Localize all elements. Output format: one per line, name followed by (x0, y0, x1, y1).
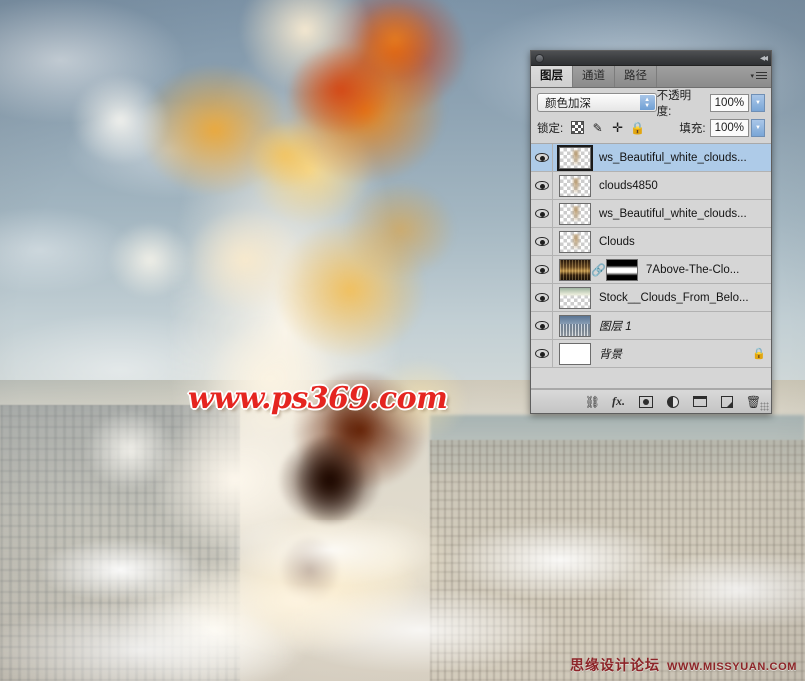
layers-list[interactable]: ws_Beautiful_white_clouds... clouds4850 ws… (531, 144, 771, 389)
layer-visibility-toggle[interactable] (531, 256, 553, 283)
layer-thumbnail[interactable] (559, 286, 591, 309)
new-group-icon[interactable] (692, 394, 707, 409)
blend-mode-value: 颜色加深 (545, 97, 591, 110)
fill-label: 填充: (679, 122, 706, 135)
panel-controls: 颜色加深 ▲▼ 不透明度: 100% ▼ 锁定: ✎ ✛ 🔒 填充: 100% (531, 88, 771, 144)
eye-icon (534, 293, 549, 302)
layer-visibility-toggle[interactable] (531, 340, 553, 367)
tab-paths[interactable]: 路径 (615, 66, 657, 87)
layer-visibility-toggle[interactable] (531, 228, 553, 255)
new-layer-icon[interactable] (719, 394, 734, 409)
layer-thumbnail[interactable] (559, 202, 591, 225)
opacity-label: 不透明度: (656, 89, 692, 118)
thumbnail-content (572, 233, 581, 250)
collapse-arrows-icon[interactable]: ◂◂ (760, 52, 768, 65)
layer-row[interactable]: ws_Beautiful_white_clouds... (531, 144, 771, 172)
eye-icon (534, 237, 549, 246)
adjustment-layer-icon[interactable] (665, 394, 680, 409)
layer-visibility-toggle[interactable] (531, 200, 553, 227)
add-layer-mask-icon[interactable] (638, 394, 653, 409)
thumbnail-content (572, 177, 581, 194)
eye-icon (534, 265, 549, 274)
blend-opacity-row: 颜色加深 ▲ ▼ 不透明度: 100% ▼ (537, 90, 765, 118)
layer-style-fx-icon[interactable]: fx. (611, 394, 626, 409)
eye-icon (534, 181, 549, 190)
chevron-updown-icon[interactable]: ▲ ▼ (639, 95, 655, 110)
thumbnail-content (572, 205, 581, 222)
panel-menu-icon[interactable]: ▾ (750, 70, 767, 81)
layer-row[interactable]: clouds4850 (531, 172, 771, 200)
hamburger-icon (756, 70, 767, 81)
panel-titlebar[interactable]: ◂◂ (531, 51, 771, 66)
transparency-lock-icon[interactable] (571, 121, 585, 134)
panel-close-dot-icon[interactable] (535, 54, 544, 63)
forum-watermark: 思缘设计论坛 WWW.MISSYUAN.COM (570, 655, 797, 675)
layer-name: ws_Beautiful_white_clouds... (599, 207, 747, 220)
layer-thumbnail[interactable] (559, 342, 591, 365)
layer-visibility-toggle[interactable] (531, 284, 553, 311)
layer-thumbnail[interactable] (559, 174, 591, 197)
lock-fill-row: 锁定: ✎ ✛ 🔒 填充: 100% ▼ (537, 117, 765, 138)
layer-thumbnail[interactable] (559, 314, 591, 337)
layer-row[interactable]: 🔗 7Above-The-Clo... (531, 256, 771, 284)
tab-layers[interactable]: 图层 (531, 66, 573, 87)
delete-layer-icon[interactable]: 🗑 (746, 394, 761, 409)
lock-label: 锁定: (537, 122, 564, 135)
layer-row[interactable]: ws_Beautiful_white_clouds... (531, 200, 771, 228)
lock-icon: 🔒 (752, 348, 766, 360)
layer-lock-indicator: 🔒 (752, 347, 766, 360)
blend-mode-select[interactable]: 颜色加深 ▲ ▼ (537, 93, 657, 112)
tab-channels[interactable]: 通道 (573, 66, 615, 87)
forum-watermark-en: WWW.MISSYUAN.COM (667, 661, 797, 673)
link-layers-icon[interactable]: ⛓ (584, 394, 600, 409)
thumbnail-content (572, 149, 581, 166)
layer-row[interactable]: 图层 1 (531, 312, 771, 340)
eye-icon (534, 153, 549, 162)
layer-name: Clouds (599, 235, 635, 248)
layer-mask-thumbnail[interactable] (606, 258, 638, 281)
fill-value[interactable]: 100% (709, 118, 749, 137)
mask-link-icon[interactable]: 🔗 (591, 262, 606, 278)
layers-panel[interactable]: ◂◂ 图层 通道 路径 ▾ 颜色加深 ▲ ▼ 不透明度: 100% ▼ 锁定: … (530, 50, 772, 414)
opacity-chevron-down-icon[interactable]: ▼ (751, 93, 765, 112)
layer-thumbnail[interactable] (559, 230, 591, 253)
layer-name: clouds4850 (599, 179, 658, 192)
resize-grip[interactable] (760, 402, 769, 411)
screenshot-root: www.ps369.com 思缘设计论坛 WWW.MISSYUAN.COM ◂◂… (0, 0, 805, 681)
layer-thumbnail[interactable] (557, 144, 593, 171)
all-lock-icon[interactable]: 🔒 (630, 121, 645, 135)
layer-row[interactable]: Clouds (531, 228, 771, 256)
eye-icon (534, 209, 549, 218)
fill-chevron-down-icon[interactable]: ▼ (751, 118, 765, 137)
panel-bottom-toolbar[interactable]: ⛓ fx. 🗑 (531, 389, 771, 413)
layer-row[interactable]: 背景 🔒 (531, 340, 771, 368)
opacity-value[interactable]: 100% (709, 93, 750, 112)
layer-visibility-toggle[interactable] (531, 312, 553, 339)
layer-name: 图层 1 (599, 320, 632, 333)
layer-name: Stock__Clouds_From_Belo... (599, 291, 749, 304)
eye-icon (534, 321, 549, 330)
panel-tabs[interactable]: 图层 通道 路径 ▾ (531, 66, 771, 88)
move-lock-icon[interactable]: ✛ (611, 120, 624, 135)
brush-lock-icon[interactable]: ✎ (591, 121, 604, 135)
layer-name: ws_Beautiful_white_clouds... (599, 151, 747, 164)
forum-watermark-cn: 思缘设计论坛 (570, 657, 661, 673)
layer-thumbnail[interactable] (559, 258, 591, 281)
lock-icon-group: ✎ ✛ 🔒 (571, 120, 645, 135)
eye-icon (534, 349, 549, 358)
layer-name: 7Above-The-Clo... (646, 263, 740, 276)
layer-row[interactable]: Stock__Clouds_From_Belo... (531, 284, 771, 312)
layer-visibility-toggle[interactable] (531, 144, 553, 171)
layer-name: 背景 (599, 348, 622, 361)
layer-visibility-toggle[interactable] (531, 172, 553, 199)
